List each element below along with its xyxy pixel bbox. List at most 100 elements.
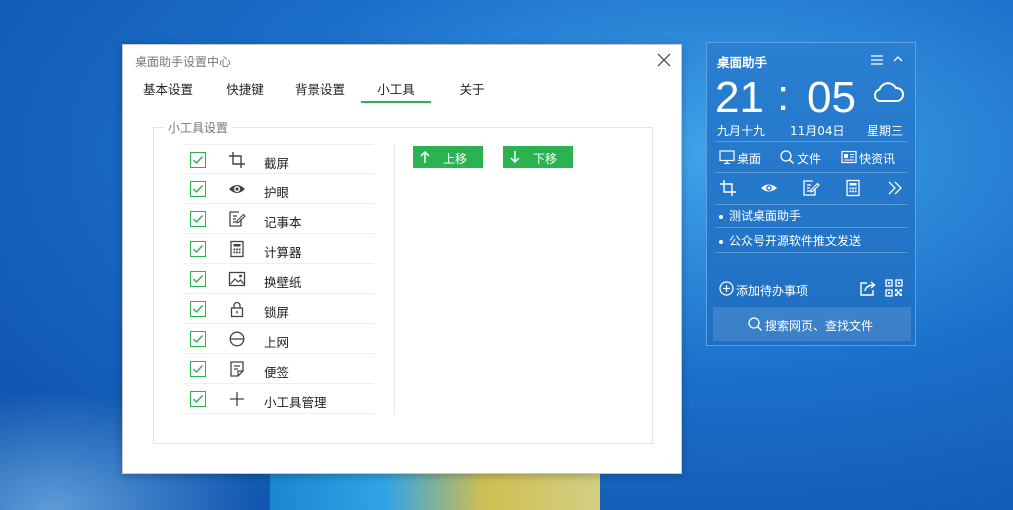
window-title: 桌面助手设置中心 bbox=[135, 55, 232, 69]
search-placeholder: 搜索网页、查找文件 bbox=[765, 319, 874, 333]
menu-icon[interactable] bbox=[871, 55, 883, 65]
plus-circle-icon bbox=[719, 281, 734, 296]
checkmark-icon bbox=[193, 245, 204, 254]
tab-label: 小工具 bbox=[377, 82, 415, 97]
globe-icon bbox=[228, 330, 246, 348]
clock: 21 : 05 bbox=[715, 71, 856, 123]
crop-icon bbox=[720, 180, 736, 196]
tool-row-widget-manager: 小工具管理 bbox=[184, 384, 374, 414]
move-down-button[interactable]: 下移 bbox=[503, 146, 573, 168]
divider bbox=[715, 227, 907, 228]
tool-label: 截屏 bbox=[264, 156, 290, 171]
weekday: 星期三 bbox=[867, 124, 904, 138]
tab-background-settings[interactable]: 背景设置 bbox=[289, 79, 351, 103]
checkmark-icon bbox=[193, 305, 204, 314]
widget-search-box[interactable]: 搜索网页、查找文件 bbox=[713, 307, 911, 341]
widget-tool-calculator[interactable] bbox=[844, 179, 862, 197]
chevron-up-icon[interactable] bbox=[893, 54, 903, 64]
tool-list: 截屏 护眼 记事本 计算器 换壁纸 锁屏 上网 便签 小工具管理 bbox=[184, 144, 374, 414]
tab-label: 关于 bbox=[459, 82, 485, 97]
tool-checkbox[interactable] bbox=[190, 361, 206, 377]
arrow-down-icon bbox=[510, 151, 520, 164]
tab-about[interactable]: 关于 bbox=[449, 79, 495, 103]
clock-colon: : bbox=[777, 71, 790, 120]
calculator-icon bbox=[228, 240, 246, 258]
move-up-label: 上移 bbox=[443, 152, 468, 166]
tool-label: 计算器 bbox=[264, 245, 302, 260]
tool-label: 上网 bbox=[264, 335, 290, 350]
settings-window: 桌面助手设置中心 基本设置 快捷键 背景设置 小工具 关于 小工具设置 截屏 护… bbox=[122, 44, 682, 474]
tab-label: 背景设置 bbox=[294, 82, 345, 97]
sticky-note-icon bbox=[228, 360, 246, 378]
clock-minutes: 05 bbox=[807, 73, 856, 122]
eye-icon bbox=[761, 184, 777, 192]
widget-title: 桌面助手 bbox=[717, 55, 768, 70]
desktop-assistant-widget: 桌面助手 21 : 05 九月十九 11月04日 星期三 桌面 文件 快资讯 测… bbox=[706, 42, 916, 346]
share-icon[interactable] bbox=[859, 280, 877, 297]
nav-label: 桌面 bbox=[737, 152, 762, 166]
news-icon bbox=[841, 150, 857, 164]
lunar-date: 九月十九 bbox=[717, 124, 766, 138]
wallpaper-icon bbox=[228, 270, 246, 288]
cloud-icon bbox=[873, 82, 904, 102]
tab-widgets[interactable]: 小工具 bbox=[361, 79, 431, 103]
widget-settings-group: 小工具设置 截屏 护眼 记事本 计算器 换壁纸 锁屏 上网 便签 小工具管理 上… bbox=[153, 119, 653, 444]
column-divider bbox=[394, 144, 395, 414]
checkmark-icon bbox=[193, 156, 204, 165]
tool-checkbox[interactable] bbox=[190, 271, 206, 287]
widget-tool-more[interactable] bbox=[886, 179, 904, 197]
notepad-icon bbox=[803, 180, 820, 196]
tool-checkbox[interactable] bbox=[190, 391, 206, 407]
tool-checkbox[interactable] bbox=[190, 241, 206, 257]
close-button[interactable] bbox=[653, 49, 675, 71]
tool-row-notepad: 记事本 bbox=[184, 204, 374, 234]
tab-basic-settings[interactable]: 基本设置 bbox=[137, 79, 199, 103]
checkmark-icon bbox=[193, 275, 204, 284]
tool-checkbox[interactable] bbox=[190, 181, 206, 197]
checkmark-icon bbox=[193, 185, 204, 194]
qr-code-icon[interactable] bbox=[885, 279, 903, 297]
nav-label: 文件 bbox=[797, 152, 822, 166]
news-item[interactable]: 公众号开源软件推文发送 bbox=[719, 232, 861, 249]
tab-shortcuts[interactable]: 快捷键 bbox=[217, 79, 273, 103]
tab-label: 快捷键 bbox=[226, 82, 264, 97]
widget-tool-screenshot[interactable] bbox=[719, 179, 737, 197]
widget-tool-notepad[interactable] bbox=[802, 179, 820, 197]
divider bbox=[715, 204, 907, 205]
tab-bar: 基本设置 快捷键 背景设置 小工具 关于 bbox=[123, 79, 681, 103]
tool-row-lock-screen: 锁屏 bbox=[184, 294, 374, 324]
clock-hours: 21 bbox=[715, 73, 764, 122]
tool-label: 锁屏 bbox=[264, 305, 290, 320]
lock-icon bbox=[228, 300, 246, 318]
double-chevron-right-icon bbox=[888, 181, 902, 195]
eye-icon bbox=[228, 180, 246, 198]
close-icon bbox=[657, 53, 671, 67]
checkmark-icon bbox=[193, 395, 204, 404]
tool-checkbox[interactable] bbox=[190, 211, 206, 227]
tool-label: 护眼 bbox=[264, 185, 290, 200]
tool-row-screenshot: 截屏 bbox=[184, 144, 374, 174]
divider bbox=[715, 252, 907, 253]
news-item[interactable]: 测试桌面助手 bbox=[719, 207, 801, 224]
nav-label: 快资讯 bbox=[859, 152, 896, 166]
arrow-up-icon bbox=[420, 150, 430, 163]
checkmark-icon bbox=[193, 335, 204, 344]
tool-row-change-wallpaper: 换壁纸 bbox=[184, 264, 374, 294]
move-up-button[interactable]: 上移 bbox=[413, 146, 483, 168]
tool-checkbox[interactable] bbox=[190, 331, 206, 347]
widget-tool-eye-care[interactable] bbox=[760, 179, 778, 197]
calculator-icon bbox=[846, 179, 860, 197]
tool-row-browse-web: 上网 bbox=[184, 324, 374, 354]
tool-label: 记事本 bbox=[264, 215, 302, 230]
add-todo-label: 添加待办事项 bbox=[736, 284, 809, 298]
crop-icon bbox=[228, 151, 246, 169]
tool-label: 小工具管理 bbox=[264, 395, 327, 410]
notepad-icon bbox=[228, 210, 246, 228]
tool-row-eye-care: 护眼 bbox=[184, 174, 374, 204]
calendar-date: 11月04日 bbox=[790, 124, 845, 138]
tool-checkbox[interactable] bbox=[190, 152, 206, 168]
divider bbox=[715, 172, 907, 173]
search-icon bbox=[748, 317, 762, 331]
tool-checkbox[interactable] bbox=[190, 301, 206, 317]
divider bbox=[715, 141, 907, 142]
